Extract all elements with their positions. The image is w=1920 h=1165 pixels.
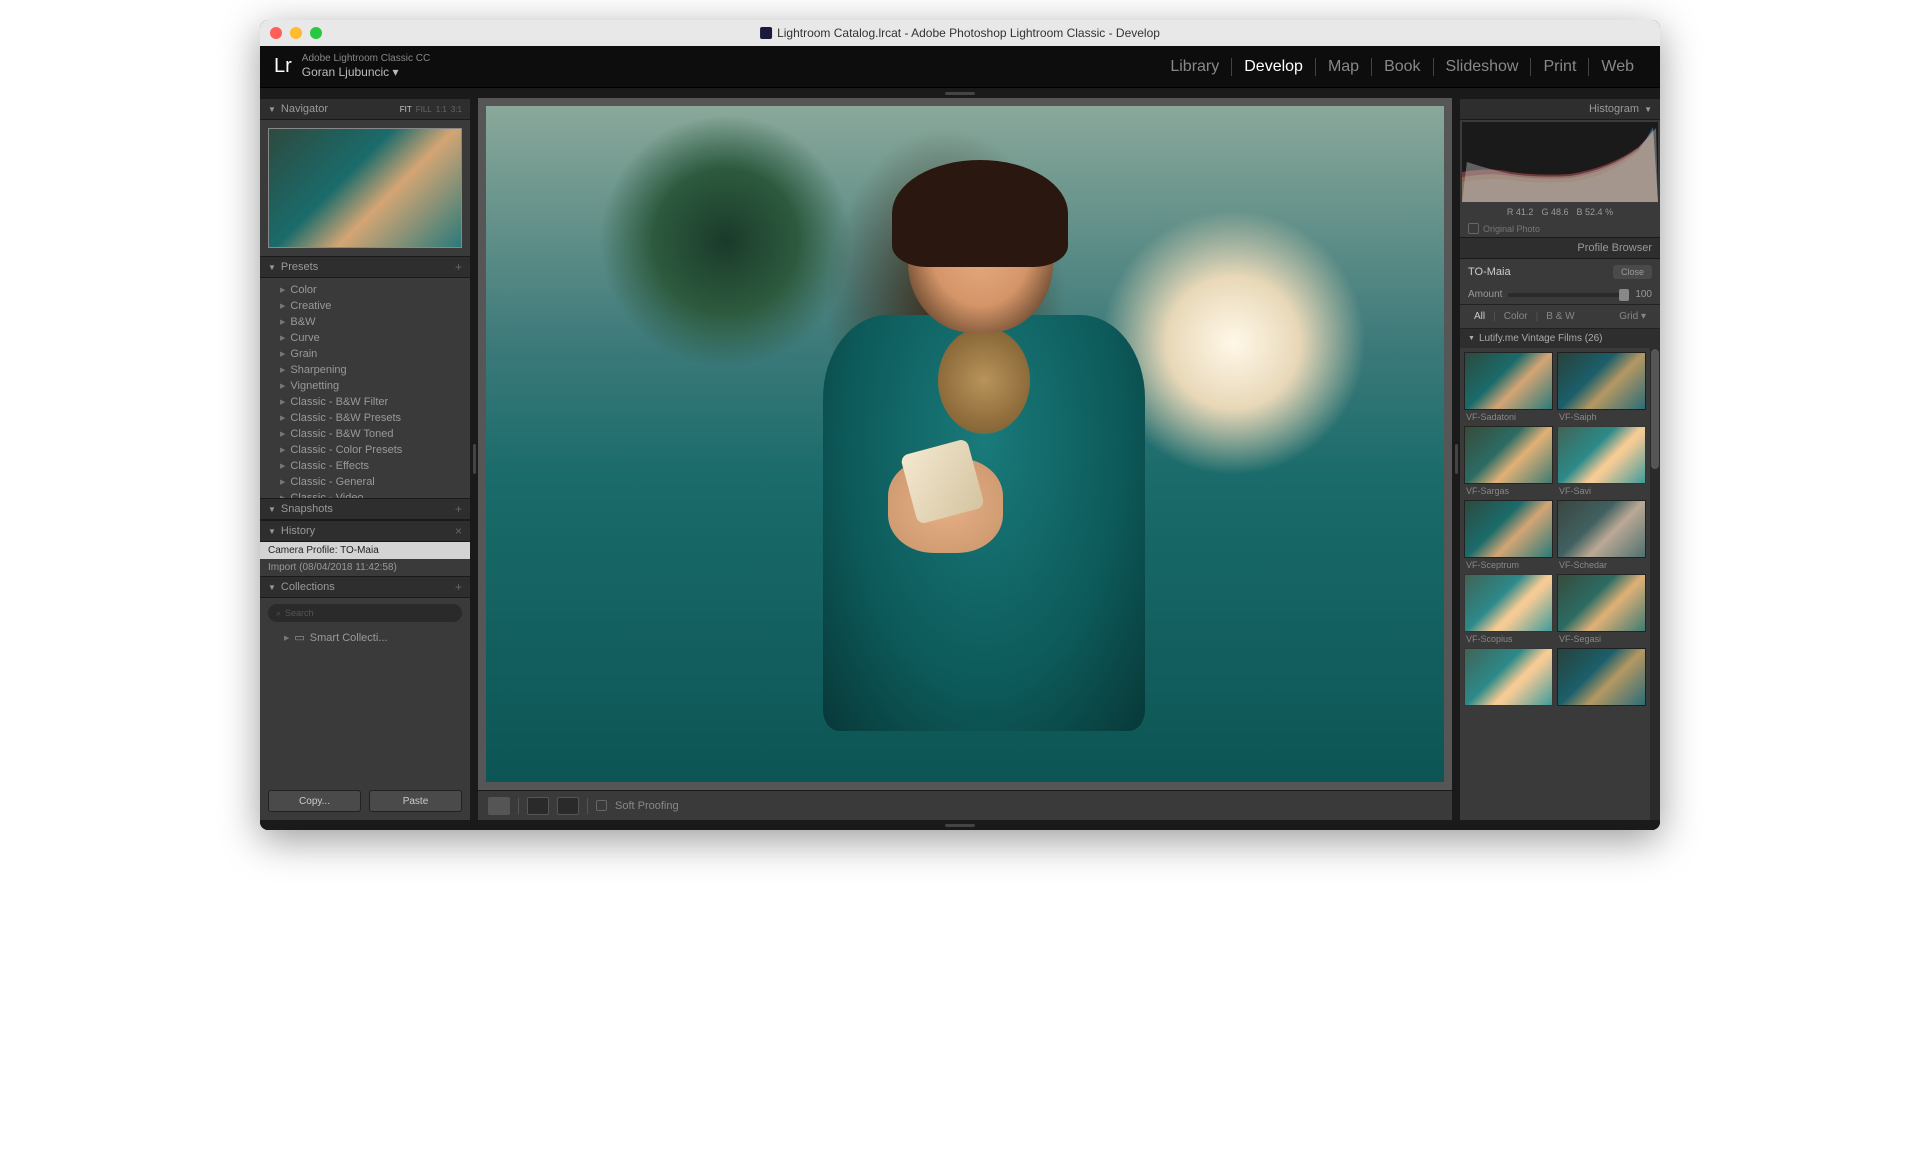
module-map[interactable]: Map	[1316, 58, 1372, 76]
filter-color[interactable]: Color	[1498, 309, 1534, 324]
preset-folder[interactable]: ▶Vignetting	[260, 378, 470, 394]
profile-thumb[interactable]: VF-Saiph	[1557, 352, 1646, 422]
profile-thumb[interactable]: VF-Sargas	[1464, 426, 1553, 496]
profile-thumb[interactable]: VF-Schedar	[1557, 500, 1646, 570]
profile-thumb[interactable]: VF-Segasi	[1557, 574, 1646, 644]
fit-ratio[interactable]: FIT	[400, 105, 412, 114]
preset-folder[interactable]: ▶Classic - Color Presets	[260, 442, 470, 458]
paste-button[interactable]: Paste	[369, 790, 462, 812]
history-header[interactable]: ▼History×	[260, 520, 470, 542]
photo-canvas[interactable]	[486, 106, 1444, 782]
module-picker: Library Develop Map Book Slideshow Print…	[1158, 58, 1646, 76]
module-slideshow[interactable]: Slideshow	[1434, 58, 1532, 76]
preset-folder[interactable]: ▶Classic - B&W Toned	[260, 426, 470, 442]
top-grip[interactable]	[260, 88, 1660, 98]
module-print[interactable]: Print	[1531, 58, 1589, 76]
zoom-icon[interactable]	[310, 27, 322, 39]
logo: Lr	[274, 55, 292, 78]
navigator-header[interactable]: ▼Navigator FIT FILL 1:1 3:1	[260, 98, 470, 120]
profile-scrollbar[interactable]	[1650, 348, 1660, 820]
window-title: Lightroom Catalog.lrcat - Adobe Photosho…	[760, 26, 1160, 40]
module-develop[interactable]: Develop	[1232, 58, 1316, 76]
bottom-grip[interactable]	[260, 820, 1660, 830]
filter-bw[interactable]: B & W	[1540, 309, 1580, 324]
preset-folder[interactable]: ▶B&W	[260, 314, 470, 330]
collection-item[interactable]: ▶ ▭ Smart Collecti...	[260, 628, 470, 647]
preset-folder[interactable]: ▶Sharpening	[260, 362, 470, 378]
module-web[interactable]: Web	[1589, 58, 1646, 76]
preset-folder[interactable]: ▶Creative	[260, 298, 470, 314]
right-panel-grip[interactable]	[1452, 98, 1460, 820]
titlebar: Lightroom Catalog.lrcat - Adobe Photosho…	[260, 20, 1660, 46]
navigator-thumbnail[interactable]	[260, 120, 470, 256]
search-icon: ⌕	[276, 608, 281, 619]
copy-button[interactable]: Copy...	[268, 790, 361, 812]
smart-collection-icon: ▭	[294, 631, 304, 644]
module-library[interactable]: Library	[1158, 58, 1232, 76]
preset-folder[interactable]: ▶Curve	[260, 330, 470, 346]
before-after-tb-button[interactable]	[557, 797, 579, 815]
profile-thumb[interactable]: VF-Scopius	[1464, 574, 1553, 644]
amount-slider[interactable]	[1508, 293, 1629, 297]
left-panel: ▼Navigator FIT FILL 1:1 3:1 ▼Presets+ ▶C…	[260, 98, 470, 820]
view-mode-select[interactable]: Grid ▾	[1613, 309, 1652, 324]
preset-folder[interactable]: ▶Classic - Effects	[260, 458, 470, 474]
right-panel: Histogram▼ R 41.2 G 48.6 B 52.4 % Origin…	[1460, 98, 1660, 820]
snapshots-header[interactable]: ▼Snapshots+	[260, 498, 470, 520]
filter-all[interactable]: All	[1468, 309, 1491, 324]
collections-search[interactable]: ⌕ Search	[268, 604, 462, 622]
top-bar: Lr Adobe Lightroom Classic CC Goran Ljub…	[260, 46, 1660, 88]
presets-list: ▶Color ▶Creative ▶B&W ▶Curve ▶Grain ▶Sha…	[260, 278, 470, 498]
histogram-header[interactable]: Histogram▼	[1460, 98, 1660, 120]
profile-thumb[interactable]: VF-Savi	[1557, 426, 1646, 496]
3-1-ratio[interactable]: 3:1	[451, 105, 462, 114]
profile-grid: VF-Sadatoni VF-Saiph VF-Sargas VF-Savi V…	[1460, 348, 1650, 722]
history-list: Camera Profile: TO-Maia Import (08/04/20…	[260, 542, 470, 576]
module-book[interactable]: Book	[1372, 58, 1433, 76]
history-step[interactable]: Import (08/04/2018 11:42:58)	[260, 559, 470, 576]
profile-thumb[interactable]: VF-Sceptrum	[1464, 500, 1553, 570]
current-profile: TO-Maia	[1468, 266, 1607, 278]
develop-toolbar: Soft Proofing	[478, 790, 1452, 820]
fill-ratio[interactable]: FILL	[416, 105, 432, 114]
before-after-lr-button[interactable]	[527, 797, 549, 815]
center-area: Soft Proofing	[478, 98, 1452, 820]
identity-plate[interactable]: Goran Ljubuncic ▾	[302, 65, 430, 79]
histogram-readout: R 41.2 G 48.6 B 52.4 %	[1460, 204, 1660, 220]
profile-thumb[interactable]	[1464, 648, 1553, 718]
preset-folder[interactable]: ▶Classic - General	[260, 474, 470, 490]
product-name: Adobe Lightroom Classic CC	[302, 53, 430, 65]
close-profile-browser-button[interactable]: Close	[1613, 265, 1652, 279]
soft-proofing-label: Soft Proofing	[615, 800, 679, 812]
close-icon[interactable]	[270, 27, 282, 39]
window-controls	[270, 27, 322, 39]
loupe-view-button[interactable]	[488, 797, 510, 815]
original-photo-toggle[interactable]: Original Photo	[1460, 220, 1660, 237]
soft-proofing-checkbox[interactable]	[596, 800, 607, 811]
app-icon	[760, 27, 772, 39]
amount-value[interactable]: 100	[1635, 289, 1652, 300]
app-window: Lightroom Catalog.lrcat - Adobe Photosho…	[260, 20, 1660, 830]
profile-browser-header[interactable]: Profile Browser	[1460, 237, 1660, 259]
amount-label: Amount	[1468, 289, 1502, 300]
history-step[interactable]: Camera Profile: TO-Maia	[260, 542, 470, 559]
preset-folder[interactable]: ▶Color	[260, 282, 470, 298]
histogram-display[interactable]	[1462, 122, 1658, 202]
collections-header[interactable]: ▼Collections+	[260, 576, 470, 598]
presets-header[interactable]: ▼Presets+	[260, 256, 470, 278]
preset-folder[interactable]: ▶Classic - B&W Presets	[260, 410, 470, 426]
profile-thumb[interactable]: VF-Sadatoni	[1464, 352, 1553, 422]
1-1-ratio[interactable]: 1:1	[436, 105, 447, 114]
profile-thumb[interactable]	[1557, 648, 1646, 718]
profile-group-header[interactable]: ▼Lutify.me Vintage Films (26)	[1460, 329, 1660, 348]
left-panel-grip[interactable]	[470, 98, 478, 820]
preset-folder[interactable]: ▶Classic - B&W Filter	[260, 394, 470, 410]
preset-folder[interactable]: ▶Grain	[260, 346, 470, 362]
minimize-icon[interactable]	[290, 27, 302, 39]
